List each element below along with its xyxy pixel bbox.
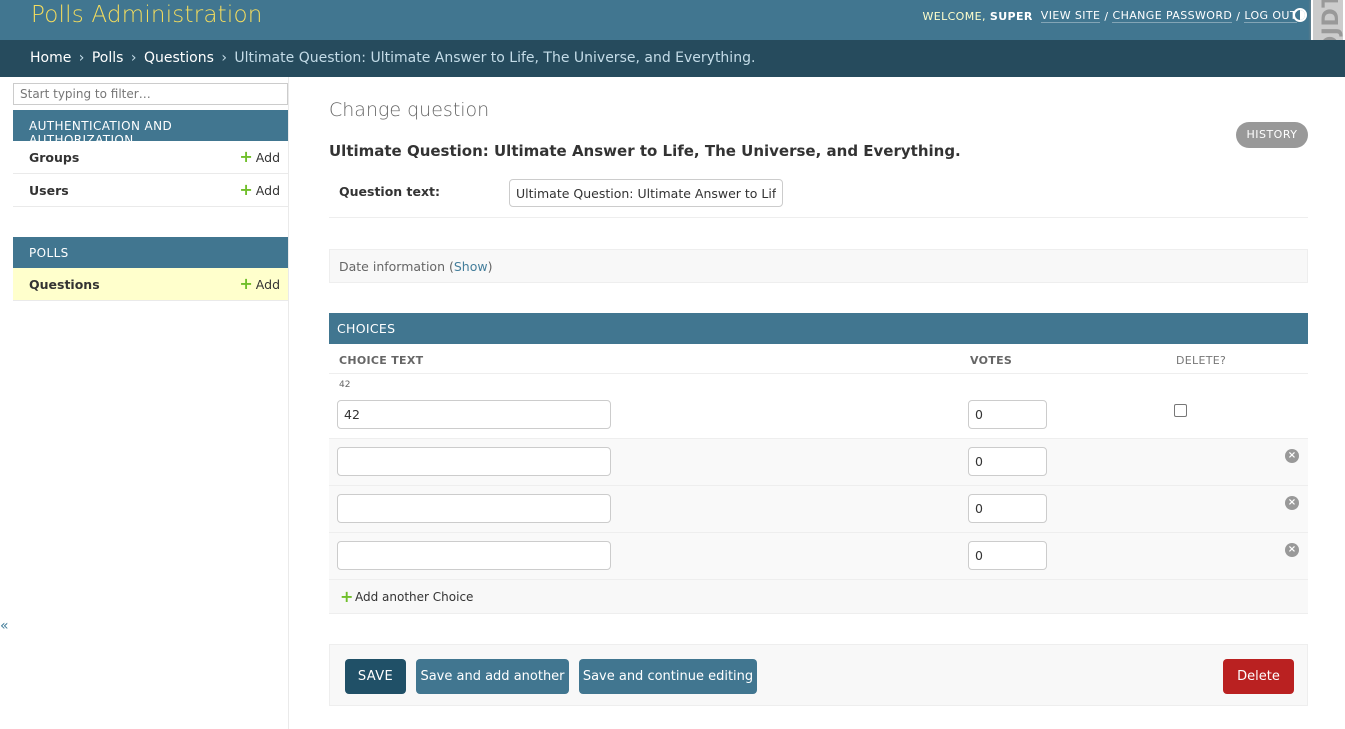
submit-row: SAVE Save and add another Save and conti… <box>329 644 1308 706</box>
breadcrumb: Home › Polls › Questions › Ultimate Ques… <box>0 40 1345 77</box>
date-info-show-link[interactable]: Show <box>454 259 488 274</box>
question-text-input[interactable] <box>509 179 783 207</box>
question-text-row: Question text: <box>329 174 1308 218</box>
delete-checkbox[interactable] <box>1174 404 1187 417</box>
log-out-link[interactable]: LOG OUT <box>1244 9 1297 23</box>
remove-row-icon[interactable]: × <box>1285 449 1299 463</box>
add-groups-link[interactable]: + Add <box>239 147 280 166</box>
separator: / <box>1236 9 1241 23</box>
separator: / <box>1104 9 1109 23</box>
votes-input[interactable] <box>968 447 1047 476</box>
add-label[interactable]: Add <box>256 150 280 165</box>
sidebar-item-label[interactable]: Users <box>29 183 69 198</box>
plus-icon: + <box>239 147 253 166</box>
app-caption-polls[interactable]: POLLS <box>13 237 288 268</box>
table-row: 42 <box>329 374 1308 439</box>
choices-inline-group: CHOICES CHOICE TEXT VOTES DELETE? 42 × ×… <box>329 313 1308 614</box>
save-and-add-another-button[interactable]: Save and add another <box>416 659 569 694</box>
column-header-choice-text: CHOICE TEXT <box>339 354 424 367</box>
table-row: × <box>329 486 1308 533</box>
breadcrumb-separator: › <box>221 50 227 66</box>
nav-filter-input[interactable] <box>13 83 288 105</box>
column-header-votes: VOTES <box>970 354 1013 367</box>
delete-button[interactable]: Delete <box>1223 659 1294 694</box>
sidebar-item-label[interactable]: Groups <box>29 150 79 165</box>
user-tools: WELCOME, SUPER VIEW SITE / CHANGE PASSWO… <box>922 9 1297 23</box>
add-label[interactable]: Add <box>256 277 280 292</box>
nav-sidebar: AUTHENTICATION AND AUTHORIZATION Groups … <box>12 77 289 729</box>
remove-row-icon[interactable]: × <box>1285 543 1299 557</box>
plus-icon: + <box>239 180 253 199</box>
username: SUPER <box>989 9 1033 23</box>
table-row: × <box>329 439 1308 486</box>
breadcrumb-app[interactable]: Polls <box>92 50 124 66</box>
object-title: Ultimate Question: Ultimate Answer to Li… <box>329 142 961 160</box>
plus-icon: + <box>340 587 354 606</box>
choices-caption: CHOICES <box>329 313 1308 344</box>
breadcrumb-model[interactable]: Questions <box>144 50 214 66</box>
add-another-choice-row[interactable]: + Add another Choice <box>329 580 1308 614</box>
votes-input[interactable] <box>968 541 1047 570</box>
app-caption-auth[interactable]: AUTHENTICATION AND AUTHORIZATION <box>13 110 288 147</box>
save-button[interactable]: SAVE <box>345 659 406 694</box>
welcome-label: WELCOME, <box>922 9 986 23</box>
app-link-polls[interactable]: POLLS <box>29 246 69 260</box>
date-info-prefix: Date information ( <box>339 259 454 274</box>
save-and-continue-button[interactable]: Save and continue editing <box>579 659 757 694</box>
header-bar: Polls Administration WELCOME, SUPER VIEW… <box>0 0 1345 40</box>
question-text-label: Question text: <box>339 184 441 199</box>
add-label[interactable]: Add <box>256 183 280 198</box>
date-info-suffix: ) <box>487 259 493 274</box>
add-users-link[interactable]: + Add <box>239 180 280 199</box>
breadcrumb-current: Ultimate Question: Ultimate Answer to Li… <box>234 50 756 66</box>
sidebar-item-label[interactable]: Questions <box>29 277 100 292</box>
breadcrumb-separator: › <box>130 50 137 66</box>
breadcrumb-home[interactable]: Home <box>30 50 71 66</box>
choice-text-input[interactable] <box>337 541 611 570</box>
breadcrumb-separator: › <box>78 50 85 66</box>
date-information-fieldset: Date information (Show) <box>329 249 1308 283</box>
plus-icon: + <box>239 274 253 293</box>
votes-input[interactable] <box>968 494 1047 523</box>
view-site-link[interactable]: VIEW SITE <box>1040 9 1101 23</box>
choice-text-input[interactable] <box>337 447 611 476</box>
theme-toggle-icon[interactable] <box>1293 8 1307 22</box>
add-questions-link[interactable]: + Add <box>239 274 280 293</box>
remove-row-icon[interactable]: × <box>1285 496 1299 510</box>
change-password-link[interactable]: CHANGE PASSWORD <box>1112 9 1233 23</box>
choices-table-header: CHOICE TEXT VOTES DELETE? <box>329 344 1308 374</box>
sidebar-item-groups[interactable]: Groups + Add <box>13 141 288 174</box>
sidebar-item-questions[interactable]: Questions + Add <box>13 268 288 301</box>
history-button[interactable]: HISTORY <box>1236 122 1308 148</box>
choice-text-input[interactable] <box>337 400 611 429</box>
add-another-choice-link[interactable]: Add another Choice <box>355 590 473 604</box>
sidebar-item-users[interactable]: Users + Add <box>13 174 288 207</box>
page-title: Change question <box>329 99 490 121</box>
site-name[interactable]: Polls Administration <box>31 2 263 28</box>
collapse-sidebar-icon[interactable]: « <box>0 618 9 634</box>
original-choice-label: 42 <box>339 380 351 390</box>
votes-input[interactable] <box>968 400 1047 429</box>
column-header-delete: DELETE? <box>1176 354 1227 367</box>
choice-text-input[interactable] <box>337 494 611 523</box>
table-row: × <box>329 533 1308 580</box>
